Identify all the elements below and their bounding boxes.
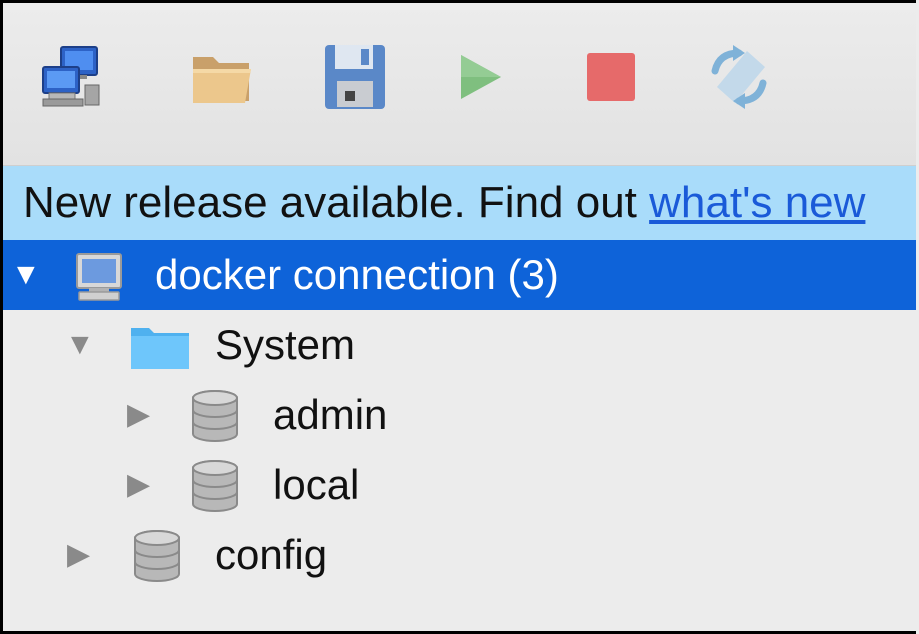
folder-icon [193,57,251,103]
tree-row-docker-connection[interactable]: ▼ docker connection (3) [3,240,916,310]
toolbar [3,3,916,166]
tree-row-local[interactable]: ▶ local [3,450,916,520]
stop-button[interactable] [575,41,647,113]
disclosure-collapsed-icon[interactable]: ▶ [67,520,90,590]
disclosure-expanded-icon[interactable]: ▼ [65,310,95,380]
open-button[interactable] [187,41,259,113]
release-banner: New release available. Find out what's n… [3,166,916,240]
save-button[interactable] [319,41,391,113]
refresh-button[interactable] [703,41,775,113]
stop-icon [587,53,635,101]
disclosure-collapsed-icon[interactable]: ▶ [127,450,150,520]
banner-text: New release available. Find out [23,178,650,227]
run-button[interactable] [443,41,515,113]
network-computer-icon [42,46,100,107]
database-icon [187,458,243,514]
tree-row-config[interactable]: ▶ config [3,520,916,590]
tree-row-system[interactable]: ▼ System [3,310,916,380]
computer-icon [71,248,127,304]
tree-label: System [215,321,356,368]
disclosure-expanded-icon[interactable]: ▼ [11,240,41,310]
floppy-disk-icon [325,45,385,109]
tree-label: local [273,461,360,508]
connection-tree: ▼ docker connection (3) ▼ System ▶ admin… [3,240,916,590]
whats-new-link[interactable]: what's new [649,178,865,227]
play-icon [461,55,501,99]
folder-icon [129,318,191,374]
database-icon [129,528,185,584]
database-icon [187,388,243,444]
connect-button[interactable] [35,41,107,113]
refresh-icon [711,45,767,109]
disclosure-collapsed-icon[interactable]: ▶ [127,380,150,450]
tree-row-admin[interactable]: ▶ admin [3,380,916,450]
app-window: New release available. Find out what's n… [0,0,916,634]
tree-label: docker connection (3) [155,251,559,298]
tree-label: admin [273,391,388,438]
tree-label: config [215,531,328,578]
